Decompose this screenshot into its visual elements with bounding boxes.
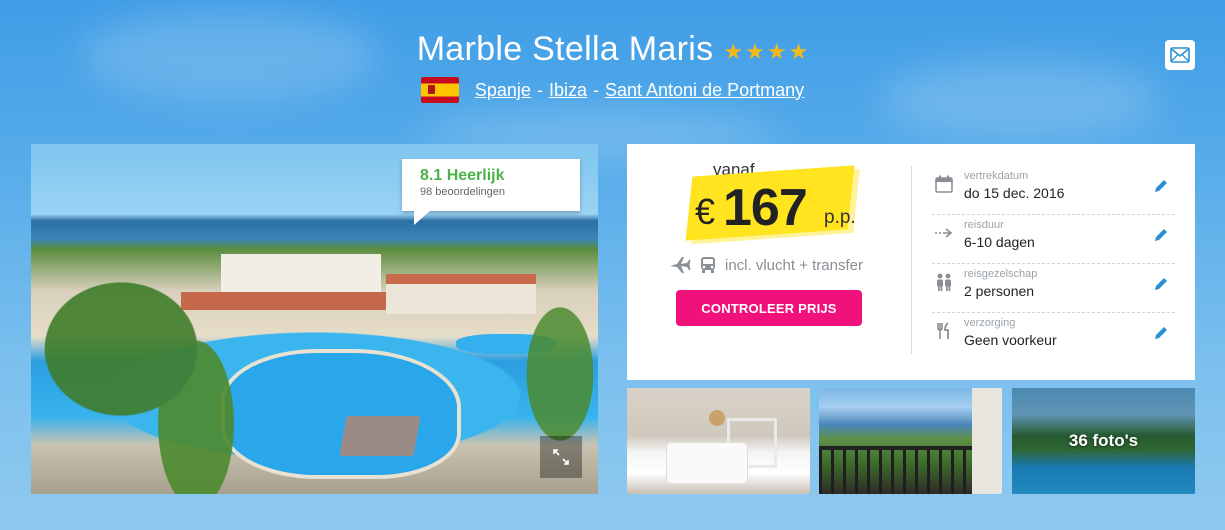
detail-departure-date[interactable]: vertrekdatum do 15 dec. 2016: [932, 166, 1175, 215]
bus-icon: [701, 257, 715, 273]
hotel-name: Marble Stella Maris: [416, 30, 714, 68]
photo-palm-left: [31, 214, 271, 494]
price-per-person: p.p.: [824, 207, 856, 228]
detail-value: 6-10 dagen: [964, 234, 1035, 250]
pencil-icon[interactable]: [1153, 178, 1169, 194]
price-section: vanaf € 167 p.p. incl. vlucht + transfer…: [627, 144, 911, 380]
hotel-header: Marble Stella Maris ★ ★ ★ ★ Spanje - Ibi…: [0, 30, 1225, 103]
review-rating-bubble[interactable]: 8.1 Heerlijk 98 beoordelingen: [402, 159, 580, 225]
price-currency: €: [695, 191, 716, 232]
pencil-icon[interactable]: [1153, 276, 1169, 292]
booking-card: vanaf € 167 p.p. incl. vlucht + transfer…: [627, 144, 1195, 380]
people-icon: [934, 272, 954, 292]
check-price-button[interactable]: CONTROLEER PRIJS: [676, 290, 862, 326]
location-breadcrumb: Spanje - Ibiza - Sant Antoni de Portmany: [0, 77, 1225, 103]
gallery-thumbnail-balcony[interactable]: [819, 388, 1002, 494]
expand-arrows-icon: [553, 449, 569, 465]
detail-value: do 15 dec. 2016: [964, 185, 1065, 201]
location-link-island[interactable]: Ibiza: [549, 80, 587, 101]
detail-value: Geen voorkeur: [964, 332, 1057, 348]
star-icon: ★: [745, 38, 765, 64]
thumb-bed: [667, 443, 747, 483]
detail-label: reisduur: [964, 219, 1004, 231]
card-divider: [911, 166, 912, 354]
share-email-button[interactable]: [1165, 40, 1195, 70]
duration-arrow-icon: [934, 223, 954, 243]
location-separator: -: [592, 79, 599, 100]
star-icon: ★: [723, 38, 744, 64]
star-icon: ★: [766, 38, 787, 64]
includes-row: incl. vlucht + transfer: [669, 256, 863, 274]
detail-value: 2 personen: [964, 283, 1035, 299]
envelope-icon: [1170, 47, 1190, 63]
thumb-wall: [972, 388, 1002, 494]
photo-count-label: 36 foto's: [1068, 431, 1139, 450]
spain-flag-icon: [420, 77, 459, 103]
rating-score: 8.1 Heerlijk: [420, 167, 505, 184]
location-link-country[interactable]: Spanje: [475, 80, 531, 101]
trip-details: vertrekdatum do 15 dec. 2016 reisduur 6-…: [932, 166, 1175, 362]
detail-label: reisgezelschap: [964, 268, 1038, 280]
gallery-thumbnail-pool[interactable]: 36 foto's: [1012, 388, 1195, 494]
location-separator: -: [536, 79, 543, 100]
star-icon: ★: [788, 38, 809, 64]
cutlery-icon: [934, 321, 954, 341]
pencil-icon[interactable]: [1153, 325, 1169, 341]
price-amount: 167: [723, 179, 808, 237]
star-rating: ★ ★ ★ ★: [723, 38, 809, 64]
detail-board-type[interactable]: verzorging Geen voorkeur: [932, 313, 1175, 362]
title-row: Marble Stella Maris ★ ★ ★ ★: [0, 30, 1225, 69]
detail-duration[interactable]: reisduur 6-10 dagen: [932, 215, 1175, 264]
plane-icon: [670, 257, 691, 273]
includes-text: incl. vlucht + transfer: [725, 256, 863, 274]
detail-label: vertrekdatum: [964, 170, 1029, 182]
location-link-town[interactable]: Sant Antoni de Portmany: [605, 80, 804, 101]
detail-label: verzorging: [964, 317, 1016, 329]
pencil-icon[interactable]: [1153, 227, 1169, 243]
thumb-lamp: [709, 410, 725, 426]
rating-review-count: 98 beoordelingen: [420, 186, 506, 198]
expand-photo-button[interactable]: [540, 436, 582, 478]
detail-travel-party[interactable]: reisgezelschap 2 personen: [932, 264, 1175, 313]
gallery-thumbnail-room[interactable]: [627, 388, 810, 494]
calendar-icon: [934, 174, 954, 194]
photo-umbrella: [339, 416, 421, 456]
